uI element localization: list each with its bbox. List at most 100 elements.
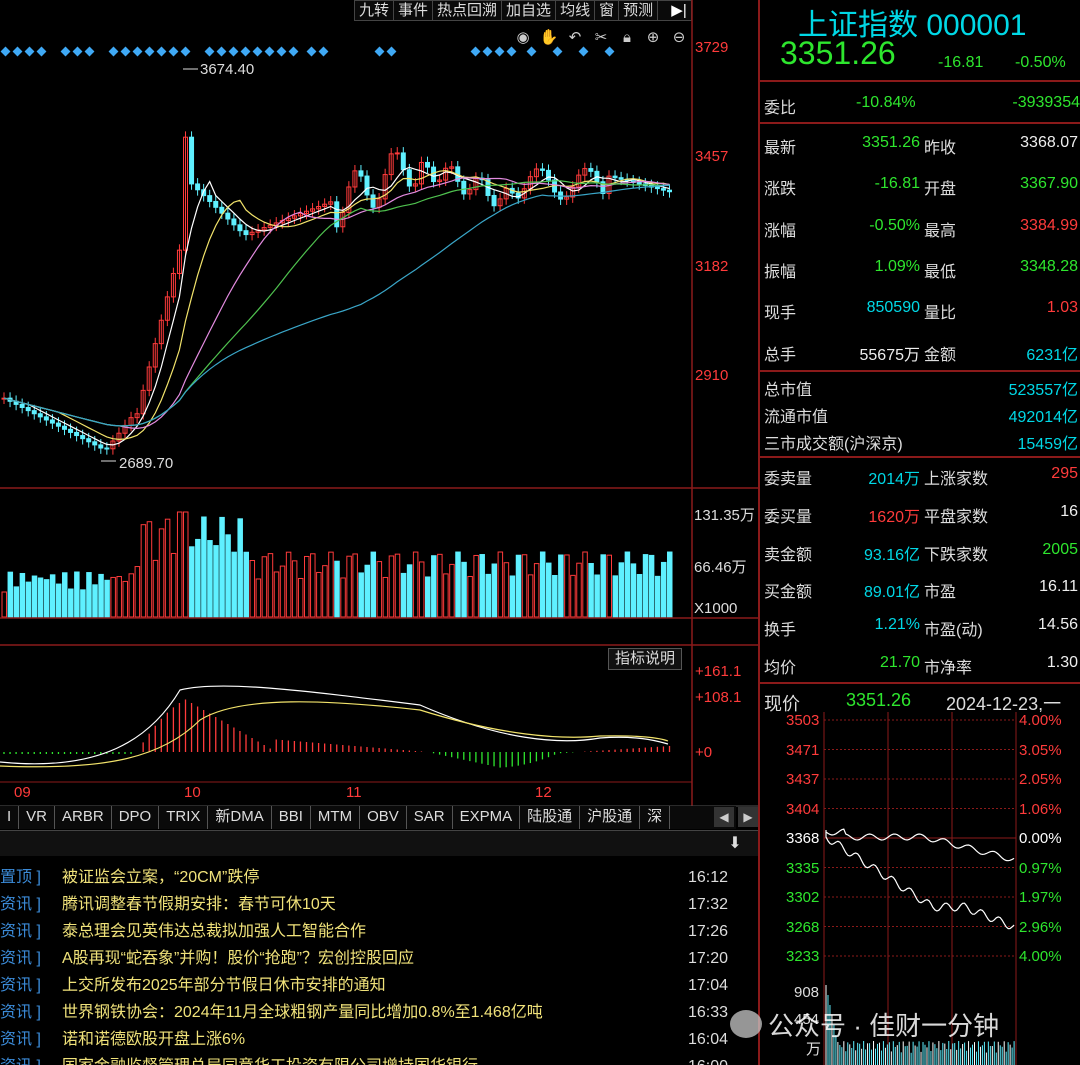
indicator-tab[interactable]: VR	[19, 806, 56, 829]
price-axis-label: 3457	[695, 148, 729, 165]
price-axis-label: 3729	[695, 39, 729, 56]
news-item[interactable]: 资讯 ] 上交所发布2025年部分节假日休市安排的通知 17:04	[0, 972, 760, 999]
volume-bar	[19, 572, 26, 618]
news-item[interactable]: 资讯 ] 泰总理会见英伟达总裁拟加强人工智能合作 17:26	[0, 918, 760, 945]
candle-body	[213, 200, 219, 208]
intraday-pct-label: 4.00%	[1019, 948, 1062, 965]
volume-bar	[346, 555, 352, 618]
news-tag: 资讯 ]	[0, 1004, 41, 1021]
volume-bar	[461, 561, 467, 618]
news-title[interactable]: 国家金融监督管理总局同意华工投资有限公司增持国华银行	[62, 1053, 478, 1065]
volume-bar	[297, 577, 304, 618]
news-title[interactable]: 被证监会立案，“20CM”跌停	[62, 864, 259, 891]
quote-label: 开盘	[924, 181, 957, 199]
quote-label: 总手	[764, 346, 797, 364]
news-title[interactable]: 泰总理会见英伟达总裁拟加强人工智能合作	[62, 918, 366, 945]
news-title[interactable]: 世界钢铁协会：2024年11月全球粗钢产量同比增加0.8%至1.468亿吨	[62, 999, 543, 1026]
signal-diamond	[252, 46, 263, 57]
candle-body	[68, 428, 74, 433]
news-item[interactable]: 资讯 ] 腾讯调整春节假期安排：春节可休10天 17:32	[0, 891, 760, 918]
candle-body	[636, 181, 642, 185]
news-title[interactable]: 上交所发布2025年部分节假日休市安排的通知	[62, 972, 386, 999]
news-title[interactable]: 腾讯调整春节假期安排：春节可休10天	[62, 891, 336, 918]
candle-body	[74, 431, 80, 437]
tab-scroll-right-icon[interactable]: ▶	[738, 807, 758, 827]
quote-row: 涨跌 -16.81 开盘 3367.90	[760, 175, 1080, 215]
weibi-value: -3939354	[1012, 94, 1080, 111]
candle-body	[207, 195, 213, 202]
quote-label: 最高	[924, 222, 957, 240]
quote-row: 涨幅 -0.50% 最高 3384.99	[760, 217, 1080, 257]
news-item[interactable]: 置顶 ] 被证监会立案，“20CM”跌停 16:12	[0, 864, 760, 891]
volume-bar	[376, 561, 383, 618]
indicator-tab[interactable]: TRIX	[159, 806, 209, 829]
download-icon[interactable]: ⬇	[724, 833, 746, 853]
intraday-price-label: 3404	[786, 800, 820, 818]
news-title[interactable]: 诺和诺德欧股开盘上涨6%	[62, 1026, 245, 1053]
volume-bar	[134, 566, 141, 618]
volume-bar	[261, 556, 268, 618]
indicator-tab[interactable]: BBI	[272, 806, 311, 829]
volume-bar	[485, 573, 491, 618]
news-item[interactable]: 资讯 ] 诺和诺德欧股开盘上涨6% 16:04	[0, 1026, 760, 1053]
candle-body	[104, 447, 110, 450]
volume-bar	[279, 565, 286, 618]
indicator-tab[interactable]: EXPMA	[453, 806, 521, 829]
index-code: 000001	[926, 9, 1027, 42]
volume-bar	[158, 528, 165, 618]
quote-value: 16	[1060, 502, 1078, 520]
news-item[interactable]: 资讯 ] 国家金融监督管理总局同意华工投资有限公司增持国华银行 16:00	[0, 1053, 760, 1065]
indicator-tab[interactable]: ARBR	[55, 806, 112, 829]
news-time: 17:20	[688, 950, 729, 967]
signal-diamond	[12, 46, 23, 57]
indicator-axis-label: +0	[695, 744, 713, 761]
candle-body	[189, 136, 195, 185]
indicator-tab[interactable]: 新DMA	[208, 806, 272, 829]
volume-bar	[92, 584, 98, 618]
quote-value: 1.21%	[874, 616, 920, 634]
candle-body	[243, 230, 249, 236]
indicator-tab[interactable]: MTM	[311, 806, 361, 829]
indicator-tab[interactable]: I	[0, 806, 20, 829]
volume-bar	[334, 560, 340, 618]
volume-bar	[624, 551, 631, 618]
tab-scroll-left-icon[interactable]: ◀	[714, 807, 734, 827]
news-item[interactable]: 资讯 ] A股再现“蛇吞象”并购！股价“抢跑”？宏创控股回应 17:20	[0, 945, 760, 972]
quote-value: 3348.28	[1020, 257, 1078, 275]
quote-value: 3384.99	[1020, 216, 1078, 234]
indicator-help-button[interactable]: 指标说明	[608, 648, 683, 670]
signal-diamond	[374, 46, 385, 57]
quote-label: 买金额	[764, 584, 813, 602]
signal-diamond	[132, 46, 143, 57]
indicator-tab[interactable]: SAR	[407, 806, 453, 829]
indicator-tab[interactable]: 深	[640, 806, 671, 829]
candle-body	[55, 422, 61, 427]
intraday-price-label: 3268	[786, 918, 820, 936]
signal-diamond	[0, 46, 11, 57]
quote-value: 1.09%	[874, 257, 920, 275]
volume-bar	[183, 511, 189, 618]
volume-bar	[249, 559, 256, 618]
indicator-tab[interactable]: DPO	[112, 806, 160, 829]
volume-bar	[582, 551, 588, 618]
quote-row: 现手 850590 量比 1.03	[760, 299, 1080, 339]
quote-value: 2005	[1042, 540, 1078, 558]
intraday-price-label: 3503	[786, 712, 820, 729]
quote-value: 16.11	[1039, 578, 1078, 596]
kline-chart[interactable]	[0, 0, 760, 830]
candle-body	[19, 403, 25, 409]
candle-body	[98, 444, 104, 449]
volume-bar	[667, 551, 673, 618]
news-title[interactable]: A股再现“蛇吞象”并购！股价“抢跑”？宏创控股回应	[62, 945, 414, 972]
news-item[interactable]: 资讯 ] 世界钢铁协会：2024年11月全球粗钢产量同比增加0.8%至1.468亿…	[0, 999, 760, 1026]
indicator-tab[interactable]: 沪股通	[580, 806, 641, 829]
volume-bar	[491, 563, 498, 618]
indicator-tab[interactable]: 陆股通	[520, 806, 581, 829]
volume-bar	[425, 576, 431, 618]
quote-value: 55675万	[859, 346, 921, 364]
volume-bar	[503, 562, 510, 618]
indicator-tab[interactable]: OBV	[360, 806, 407, 829]
quote-value: 295	[1051, 465, 1078, 482]
volume-bar	[406, 564, 413, 618]
news-tag: 资讯 ]	[0, 1031, 41, 1048]
